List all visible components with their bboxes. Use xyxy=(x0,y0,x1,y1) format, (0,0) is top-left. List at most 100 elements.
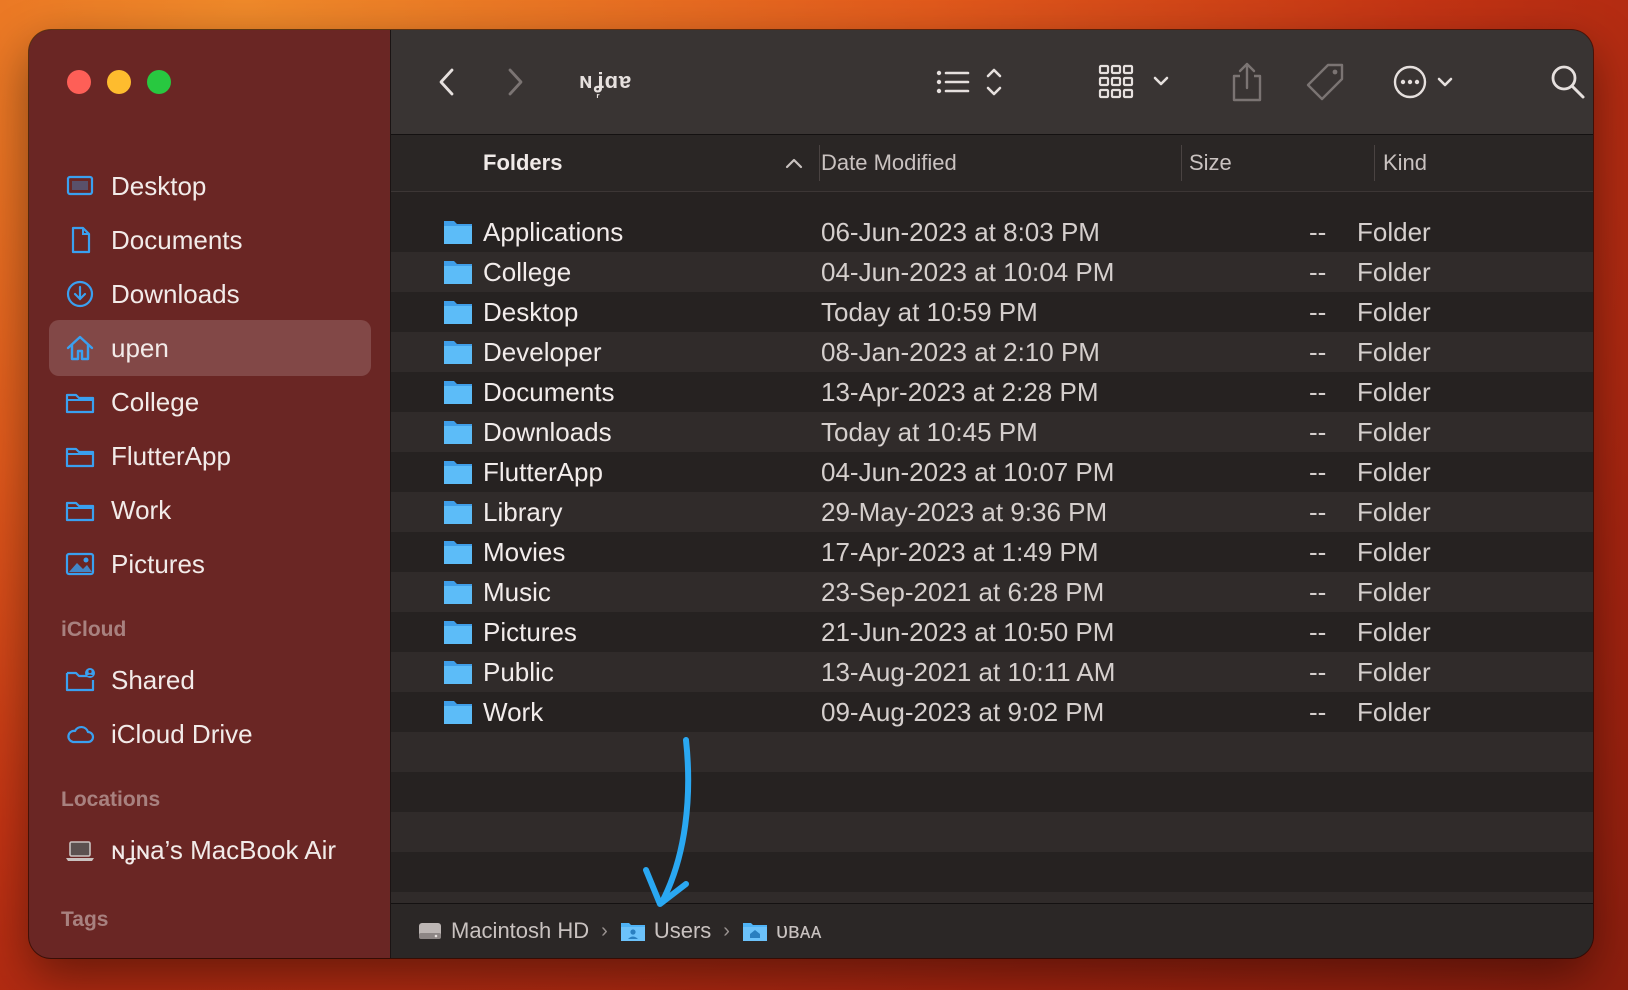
main-pane: ɴʝ᷊ɑɐ Folders Date Modified Size Kind Ap… xyxy=(391,30,1593,958)
path-segment-label: ᴜʙᴀᴀ xyxy=(775,918,822,943)
sidebar-item-label: Downloads xyxy=(111,278,240,309)
back-button[interactable] xyxy=(427,56,467,108)
file-name: Documents xyxy=(483,377,615,407)
file-name: Desktop xyxy=(483,297,579,327)
file-kind: Folder xyxy=(1357,657,1431,687)
folder-icon xyxy=(444,661,472,684)
file-date-modified: 09-Aug-2023 at 9:02 PM xyxy=(821,697,1105,727)
chevron-right-icon xyxy=(508,68,523,96)
file-name: FlutterApp xyxy=(483,457,603,487)
table-row[interactable]: FlutterApp 04-Jun-2023 at 10:07 PM -- Folde… xyxy=(391,452,1593,492)
home-icon xyxy=(63,331,97,365)
file-size: -- xyxy=(1309,257,1327,287)
column-header-kind[interactable]: Kind xyxy=(1383,135,1427,191)
sidebar: Desktop Documents Downloads upen College xyxy=(29,30,391,958)
file-name: Library xyxy=(483,497,563,527)
close-window-button[interactable] xyxy=(67,70,91,94)
more-actions-button[interactable] xyxy=(1387,56,1467,108)
table-row[interactable]: Public 13-Aug-2021 at 10:11 AM -- Folder xyxy=(391,652,1593,692)
sidebar-item-college[interactable]: College xyxy=(49,374,371,430)
cloud-icon xyxy=(63,717,97,751)
chevron-left-icon xyxy=(439,68,454,96)
path-segment-users[interactable]: Users xyxy=(620,918,711,944)
share-button[interactable] xyxy=(1225,56,1269,108)
table-row[interactable]: Pictures 21-Jun-2023 at 10:50 PM -- Folder xyxy=(391,612,1593,652)
folder-icon xyxy=(444,381,472,404)
zoom-window-button[interactable] xyxy=(147,70,171,94)
search-icon xyxy=(1551,65,1585,99)
table-row[interactable]: Music 23-Sep-2021 at 6:28 PM -- Folder xyxy=(391,572,1593,612)
pictures-icon xyxy=(63,547,97,581)
ellipsis-circle-icon xyxy=(1393,65,1453,99)
table-row[interactable]: Movies 17-Apr-2023 at 1:49 PM -- Folder xyxy=(391,532,1593,572)
traffic-lights xyxy=(67,70,171,94)
file-size: -- xyxy=(1309,537,1327,567)
group-by-button[interactable] xyxy=(1095,56,1185,108)
forward-button[interactable] xyxy=(495,56,535,108)
file-kind: Folder xyxy=(1357,497,1431,527)
file-date-modified: 13-Aug-2021 at 10:11 AM xyxy=(821,657,1116,687)
folder-icon xyxy=(63,439,97,473)
column-divider[interactable] xyxy=(1181,145,1182,181)
file-list: Applications 06-Jun-2023 at 8:03 PM -- Fold… xyxy=(391,212,1593,732)
sidebar-item-macbook[interactable]: ɴʝɴa’s MacBook Air xyxy=(49,822,371,878)
table-row[interactable]: Documents 13-Apr-2023 at 2:28 PM -- Folder xyxy=(391,372,1593,412)
sidebar-item-home[interactable]: upen xyxy=(49,320,371,376)
folder-icon xyxy=(444,581,472,604)
table-row[interactable]: Applications 06-Jun-2023 at 8:03 PM -- Fold… xyxy=(391,212,1593,252)
file-kind: Folder xyxy=(1357,377,1431,407)
sidebar-section-icloud: iCloud xyxy=(61,618,127,641)
sidebar-item-work[interactable]: Work xyxy=(49,482,371,538)
folder-icon xyxy=(444,541,472,564)
file-date-modified: 17-Apr-2023 at 1:49 PM xyxy=(821,537,1099,567)
empty-row xyxy=(391,732,1593,772)
column-header-date[interactable]: Date Modified xyxy=(821,135,957,191)
file-date-modified: 21-Jun-2023 at 10:50 PM xyxy=(821,617,1115,647)
file-kind: Folder xyxy=(1357,417,1431,447)
table-row[interactable]: Desktop Today at 10:59 PM -- Folder xyxy=(391,292,1593,332)
sidebar-item-pictures[interactable]: Pictures xyxy=(49,536,371,592)
file-date-modified: Today at 10:59 PM xyxy=(821,297,1038,327)
desktop-icon xyxy=(63,169,97,203)
sidebar-item-label: iCloud Drive xyxy=(111,718,253,749)
list-view-icon xyxy=(936,68,1002,96)
column-divider[interactable] xyxy=(1374,145,1375,181)
file-size: -- xyxy=(1309,417,1327,447)
column-header-size[interactable]: Size xyxy=(1189,135,1232,191)
minimize-window-button[interactable] xyxy=(107,70,131,94)
empty-row xyxy=(391,772,1593,812)
sidebar-item-documents[interactable]: Documents xyxy=(49,212,371,268)
tag-button[interactable] xyxy=(1301,56,1349,108)
sidebar-item-flutterapp[interactable]: FlutterApp xyxy=(49,428,371,484)
file-date-modified: 23-Sep-2021 at 6:28 PM xyxy=(821,577,1105,607)
file-size: -- xyxy=(1309,577,1327,607)
sort-ascending-icon[interactable] xyxy=(785,157,803,169)
sidebar-item-shared[interactable]: Shared xyxy=(49,652,371,708)
sidebar-item-icloud-drive[interactable]: iCloud Drive xyxy=(49,706,371,762)
table-row[interactable]: College 04-Jun-2023 at 10:04 PM -- Folder xyxy=(391,252,1593,292)
file-kind: Folder xyxy=(1357,297,1431,327)
sidebar-item-desktop[interactable]: Desktop xyxy=(49,158,371,214)
file-name: Developer xyxy=(483,337,602,367)
column-header-name[interactable]: Folders xyxy=(483,135,562,191)
file-date-modified: 06-Jun-2023 at 8:03 PM xyxy=(821,217,1100,247)
folder-icon xyxy=(444,701,472,724)
empty-row xyxy=(391,812,1593,852)
path-segment-macintosh-hd[interactable]: Macintosh HD xyxy=(417,918,589,944)
search-button[interactable] xyxy=(1543,56,1593,108)
path-segment-label: Macintosh HD xyxy=(451,918,590,943)
column-divider[interactable] xyxy=(819,145,820,181)
path-segment-home[interactable]: ᴜʙᴀᴀ xyxy=(742,918,822,944)
file-name: College xyxy=(483,257,572,287)
laptop-icon xyxy=(63,833,97,867)
view-options-button[interactable] xyxy=(927,56,1017,108)
file-size: -- xyxy=(1309,297,1327,327)
table-row[interactable]: Developer 08-Jan-2023 at 2:10 PM -- Folder xyxy=(391,332,1593,372)
sidebar-item-label: upen xyxy=(111,332,169,363)
table-row[interactable]: Work 09-Aug-2023 at 9:02 PM -- Folder xyxy=(391,692,1593,732)
table-row[interactable]: Downloads Today at 10:45 PM -- Folder xyxy=(391,412,1593,452)
folder-icon xyxy=(63,385,97,419)
file-size: -- xyxy=(1309,697,1327,727)
table-row[interactable]: Library 29-May-2023 at 9:36 PM -- Folder xyxy=(391,492,1593,532)
sidebar-item-downloads[interactable]: Downloads xyxy=(49,266,371,322)
